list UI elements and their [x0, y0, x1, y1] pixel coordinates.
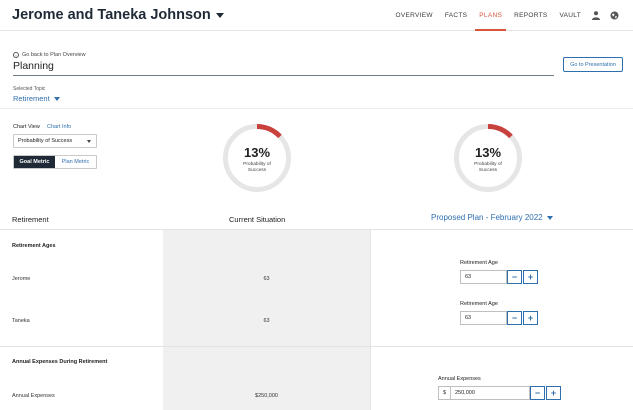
retirement-column-header: Retirement	[12, 215, 49, 224]
jerome-retirement-age-input[interactable]: 63	[460, 270, 507, 284]
decrement-button[interactable]: −	[507, 311, 522, 325]
annual-expenses-input[interactable]: 250,000	[450, 386, 530, 400]
nav-reports[interactable]: REPORTS	[508, 0, 553, 31]
retirement-age-label: Retirement Age	[460, 260, 498, 266]
title-divider	[13, 75, 554, 76]
proposed-success-gauge: 13% Probability of Success	[452, 122, 524, 194]
chevron-down-icon	[215, 13, 224, 18]
nav-overview[interactable]: OVERVIEW	[389, 0, 438, 31]
plan-metric-button[interactable]: Plan Metric	[55, 156, 96, 168]
increment-button[interactable]: +	[523, 270, 538, 284]
chart-info-link[interactable]: Chart Info	[47, 124, 71, 130]
taneka-retirement-age-input[interactable]: 63	[460, 311, 507, 325]
proposed-plan-dropdown[interactable]: Proposed Plan - February 2022	[431, 213, 553, 222]
gauge-caption: Probability of Success	[452, 162, 524, 174]
section-divider	[0, 346, 633, 347]
chart-view-label: Chart View	[13, 124, 40, 130]
chevron-down-icon	[87, 140, 91, 143]
selected-topic-value: Retirement	[13, 94, 50, 103]
chart-view-selected: Probability of Success	[18, 138, 73, 144]
current-value-annual-expenses: $250,000	[255, 393, 278, 399]
nav-facts[interactable]: FACTS	[439, 0, 473, 31]
column-divider	[370, 230, 371, 410]
annual-expenses-label: Annual Expenses	[438, 376, 481, 382]
current-value-taneka: 63	[263, 318, 270, 324]
current-value-jerome: 63	[263, 276, 270, 282]
gauge-percent: 13%	[474, 145, 502, 160]
row-label-taneka: Taneka	[12, 318, 30, 324]
nav-vault[interactable]: VAULT	[554, 0, 588, 31]
page-title: Planning	[13, 60, 54, 72]
current-situation-header: Current Situation	[229, 215, 286, 224]
metric-toggle: Goal Metric Plan Metric	[13, 155, 97, 169]
go-to-presentation-button[interactable]: Go to Presentation	[563, 57, 623, 72]
row-label-annual-expenses: Annual Expenses	[12, 393, 55, 399]
increment-button[interactable]: +	[546, 386, 561, 400]
currency-prefix: $	[438, 386, 450, 400]
user-icon[interactable]	[587, 0, 605, 31]
globe-icon[interactable]	[605, 0, 623, 31]
current-success-gauge: 13% Probability of Success	[221, 122, 293, 194]
row-label-jerome: Jerome	[12, 276, 31, 282]
back-link-label: Go back to Plan Overview	[22, 52, 86, 58]
back-to-plan-overview-link[interactable]: ‹ Go back to Plan Overview	[13, 52, 86, 58]
top-bar: Jerome and Taneka Johnson OVERVIEW FACTS…	[0, 0, 633, 31]
client-name: Jerome and Taneka Johnson	[12, 7, 211, 23]
back-arrow-icon: ‹	[13, 52, 19, 58]
selected-topic-dropdown[interactable]: Retirement	[13, 94, 60, 103]
goal-metric-button[interactable]: Goal Metric	[14, 156, 55, 168]
chevron-down-icon	[546, 215, 553, 220]
annual-expenses-title: Annual Expenses During Retirement	[12, 359, 108, 365]
nav-plans[interactable]: PLANS	[473, 0, 508, 31]
increment-button[interactable]: +	[523, 311, 538, 325]
gauge-caption-line2: Success	[247, 168, 267, 173]
retirement-age-label: Retirement Age	[460, 301, 498, 307]
chevron-down-icon	[53, 96, 60, 101]
gauge-percent: 13%	[243, 145, 271, 160]
client-selector[interactable]: Jerome and Taneka Johnson	[12, 7, 224, 23]
proposed-plan-label: Proposed Plan - February 2022	[431, 213, 543, 222]
main-nav: OVERVIEW FACTS PLANS REPORTS VAULT	[389, 0, 623, 31]
section-divider	[0, 108, 633, 109]
decrement-button[interactable]: −	[507, 270, 522, 284]
chart-view-select[interactable]: Probability of Success	[13, 134, 97, 148]
gauge-caption-line2: Success	[478, 168, 498, 173]
retirement-ages-title: Retirement Ages	[12, 243, 56, 249]
decrement-button[interactable]: −	[530, 386, 545, 400]
selected-topic-label: Selected Topic	[13, 86, 46, 92]
gauge-caption: Probability of Success	[221, 162, 293, 174]
